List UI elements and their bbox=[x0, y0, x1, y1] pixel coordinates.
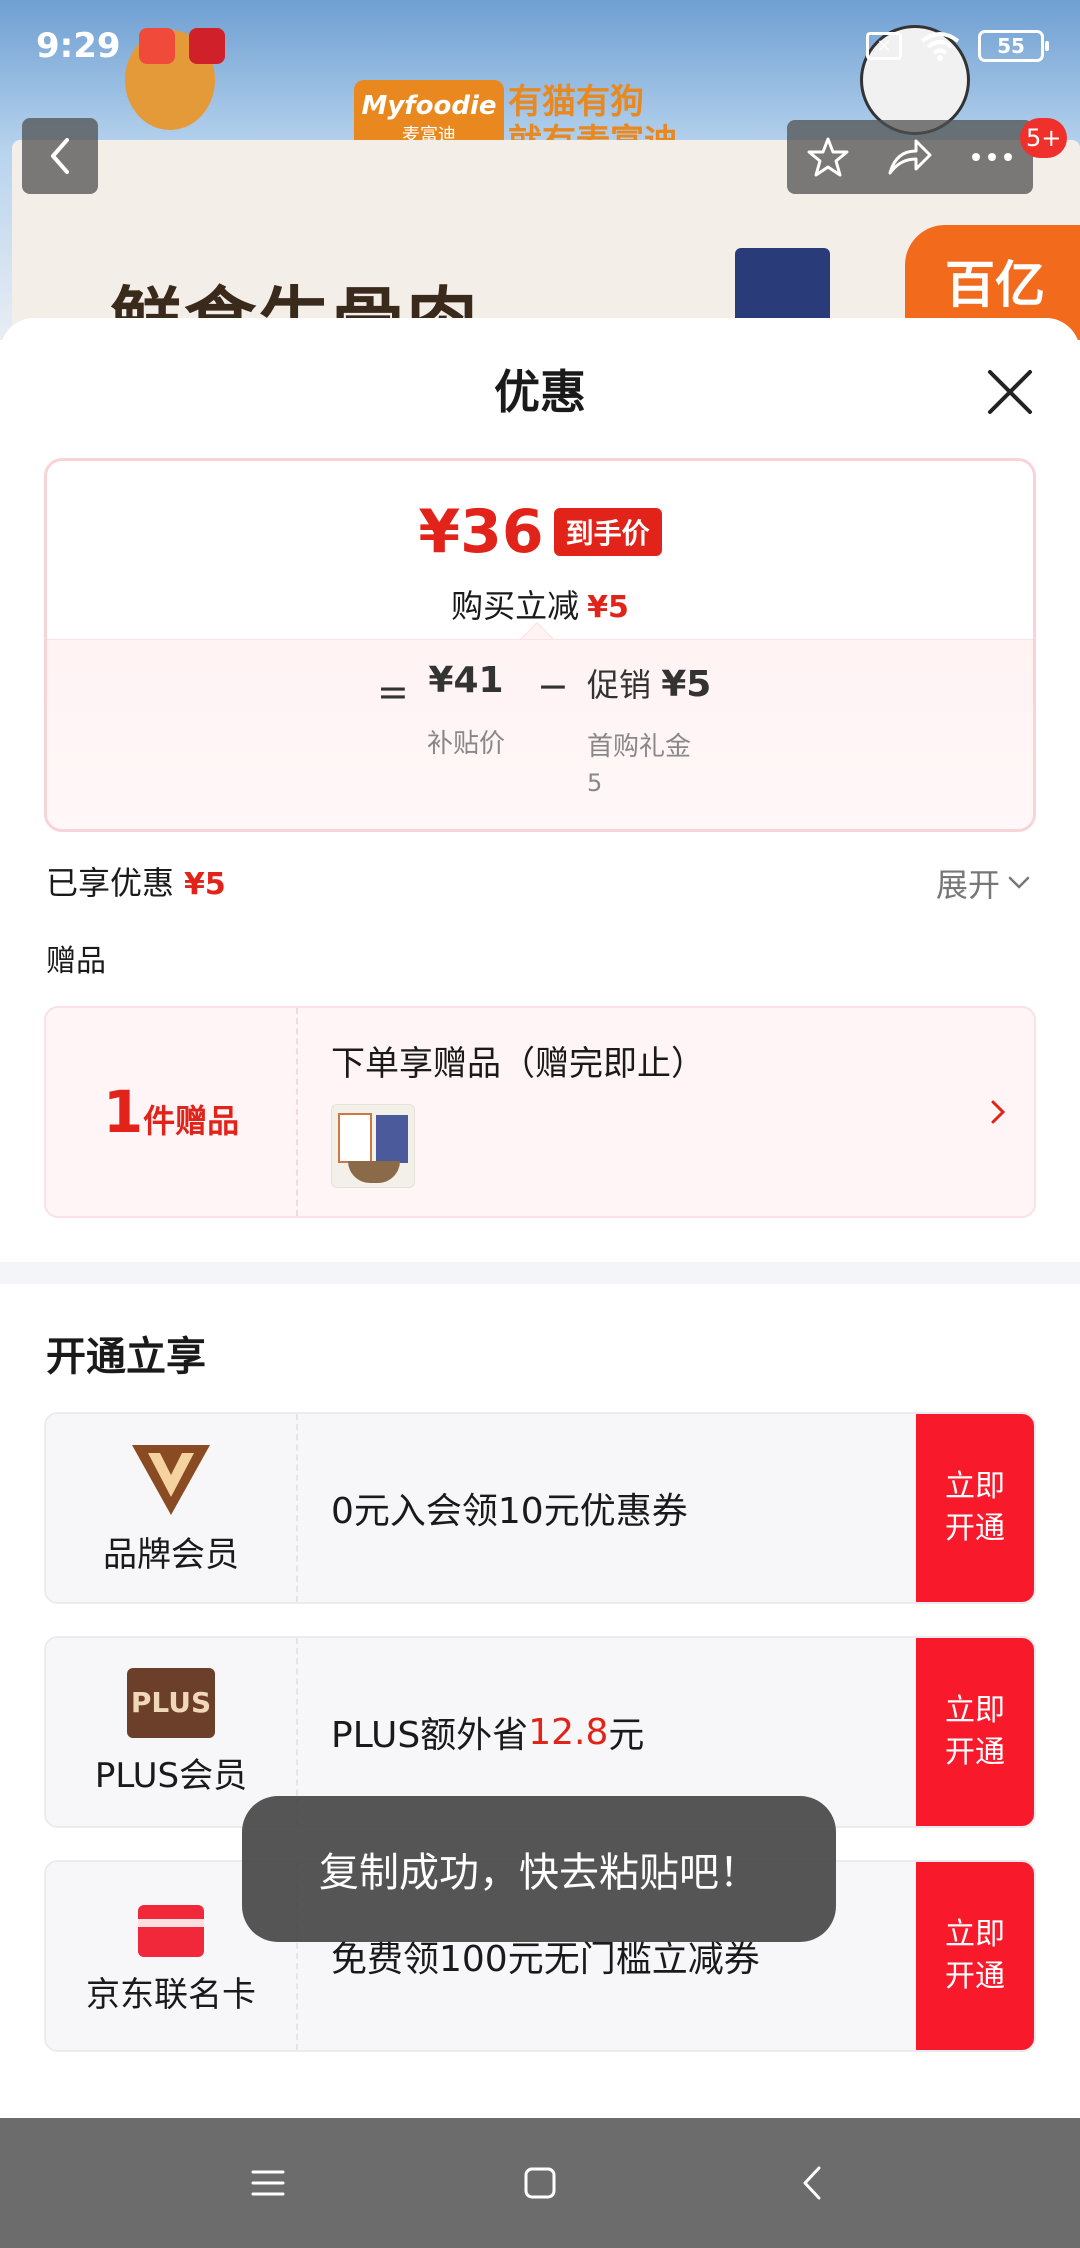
first-purchase-label: 首购礼金 bbox=[587, 732, 692, 762]
brand-member-name: 品牌会员 bbox=[103, 1534, 239, 1575]
status-indicators: × 55 bbox=[866, 30, 1049, 62]
brand-logo-text: Myfoodie bbox=[361, 91, 497, 121]
membership-section-title: 开通立享 bbox=[46, 1334, 206, 1380]
wifi-icon bbox=[920, 32, 960, 61]
close-button[interactable] bbox=[980, 362, 1040, 422]
no-sim-icon: × bbox=[866, 32, 902, 60]
plus-member-join-button[interactable]: 立即开通 bbox=[916, 1638, 1034, 1826]
first-purchase-value: 5 bbox=[587, 769, 603, 797]
final-price-row: ¥36 到手价 bbox=[47, 497, 1033, 567]
gift-product-thumbnail bbox=[331, 1104, 415, 1188]
equals-sign: = bbox=[377, 670, 409, 714]
plus-logo-icon: PLUS bbox=[127, 1667, 215, 1738]
plus-member-badge: PLUS PLUS会员 bbox=[46, 1638, 298, 1826]
notification-count-badge: 5+ bbox=[1020, 118, 1068, 158]
back-button[interactable] bbox=[22, 118, 98, 194]
sheet-title: 优惠 bbox=[494, 365, 586, 419]
enjoyed-discount: 已享优惠 ¥5 bbox=[46, 858, 226, 904]
jd-card-join-button[interactable]: 立即开通 bbox=[916, 1862, 1034, 2050]
final-price: ¥36 bbox=[418, 497, 544, 567]
chevron-down-icon bbox=[1008, 876, 1030, 889]
more-button[interactable] bbox=[964, 129, 1020, 185]
chevron-right-icon bbox=[991, 1100, 1006, 1124]
final-price-section: ¥36 到手价 购买立减 ¥5 bbox=[47, 461, 1033, 639]
copy-success-toast: 复制成功，快去粘贴吧！ bbox=[242, 1796, 836, 1942]
plus-member-name: PLUS会员 bbox=[94, 1755, 248, 1796]
brand-member-join-button[interactable]: 立即开通 bbox=[916, 1414, 1034, 1602]
favorite-button[interactable] bbox=[800, 129, 856, 185]
price-breakdown-card: ¥36 到手价 购买立减 ¥5 = ¥41 补贴价 − 促销 ¥5 首购礼金 5 bbox=[44, 458, 1036, 832]
gift-package-shape-2 bbox=[376, 1115, 408, 1163]
enjoyed-discount-value: ¥5 bbox=[184, 867, 226, 902]
plus-desc-highlight: 12.8 bbox=[528, 1711, 609, 1753]
home-square-icon bbox=[524, 2167, 556, 2199]
status-time: 9:29 bbox=[36, 26, 121, 66]
subsidy-price-label: 补贴价 bbox=[427, 729, 506, 759]
expand-button[interactable]: 展开 bbox=[936, 860, 1030, 906]
more-dots-icon bbox=[972, 153, 1012, 161]
subsidy-price: ¥41 bbox=[428, 660, 504, 701]
plus-desc-prefix: PLUS额外省 bbox=[331, 1715, 529, 1756]
instant-discount-value: ¥5 bbox=[587, 590, 629, 625]
status-bar: 9:29 × 55 bbox=[0, 0, 1080, 92]
system-back-button[interactable] bbox=[782, 2153, 842, 2213]
brand-member-desc: 0元入会领10元优惠券 bbox=[331, 1491, 688, 1532]
gift-bowl-shape bbox=[348, 1161, 400, 1183]
top-action-group bbox=[787, 120, 1033, 194]
app-notification-icon bbox=[138, 28, 175, 64]
enjoyed-discount-label: 已享优惠 bbox=[46, 864, 175, 902]
expand-label: 展开 bbox=[936, 866, 1001, 904]
gift-count: 1 bbox=[102, 1078, 144, 1146]
final-price-tag: 到手价 bbox=[553, 508, 662, 556]
share-button[interactable] bbox=[882, 129, 938, 185]
share-icon bbox=[888, 139, 932, 175]
gift-count-unit: 件赠品 bbox=[143, 1102, 240, 1140]
promo-column: 促销 ¥5 首购礼金 5 bbox=[587, 660, 711, 797]
recent-apps-button[interactable] bbox=[238, 2153, 298, 2213]
star-icon bbox=[807, 137, 849, 177]
chevron-left-icon bbox=[51, 138, 69, 174]
battery-icon: 55 bbox=[978, 30, 1049, 62]
gift-package-shape bbox=[338, 1113, 372, 1163]
gift-section-label: 赠品 bbox=[46, 944, 106, 979]
subsidy-price-column: ¥41 补贴价 bbox=[427, 660, 505, 760]
home-button[interactable] bbox=[510, 2153, 570, 2213]
gift-count-area: 1 件赠品 bbox=[46, 1008, 298, 1216]
promo-label: 促销 bbox=[587, 666, 652, 704]
credit-card-icon bbox=[138, 1904, 204, 1957]
screen: Myfoodie 麦富迪 有猫有狗 就有麦富迪 鲜食生骨肉 百亿 9:29 × … bbox=[0, 0, 1080, 2248]
promo-value: ¥5 bbox=[661, 664, 712, 705]
system-navigation-bar bbox=[0, 2118, 1080, 2248]
brand-member-card: 品牌会员 0元入会领10元优惠券 立即开通 bbox=[44, 1412, 1036, 1604]
gift-card[interactable]: 1 件赠品 下单享赠品（赠完即止） bbox=[44, 1006, 1036, 1218]
section-divider bbox=[0, 1262, 1080, 1284]
close-icon bbox=[988, 370, 1032, 414]
jd-card-name: 京东联名卡 bbox=[86, 1974, 256, 2015]
plus-desc-suffix: 元 bbox=[608, 1715, 645, 1756]
promo-row: 促销 ¥5 bbox=[587, 660, 711, 706]
back-chevron-icon bbox=[803, 2166, 821, 2200]
brand-member-badge: 品牌会员 bbox=[46, 1414, 298, 1602]
gift-chevron bbox=[978, 1092, 1018, 1132]
instant-discount: 购买立减 ¥5 bbox=[47, 581, 1033, 627]
price-calculation: = ¥41 补贴价 − 促销 ¥5 首购礼金 5 bbox=[47, 639, 1033, 829]
instant-discount-label: 购买立减 bbox=[451, 587, 580, 625]
brand-member-v-icon bbox=[132, 1444, 210, 1515]
gift-title: 下单享赠品（赠完即止） bbox=[331, 1044, 705, 1084]
menu-icon bbox=[251, 2170, 285, 2196]
tmall-notification-icon bbox=[188, 28, 225, 64]
minus-sign: − bbox=[537, 664, 569, 708]
